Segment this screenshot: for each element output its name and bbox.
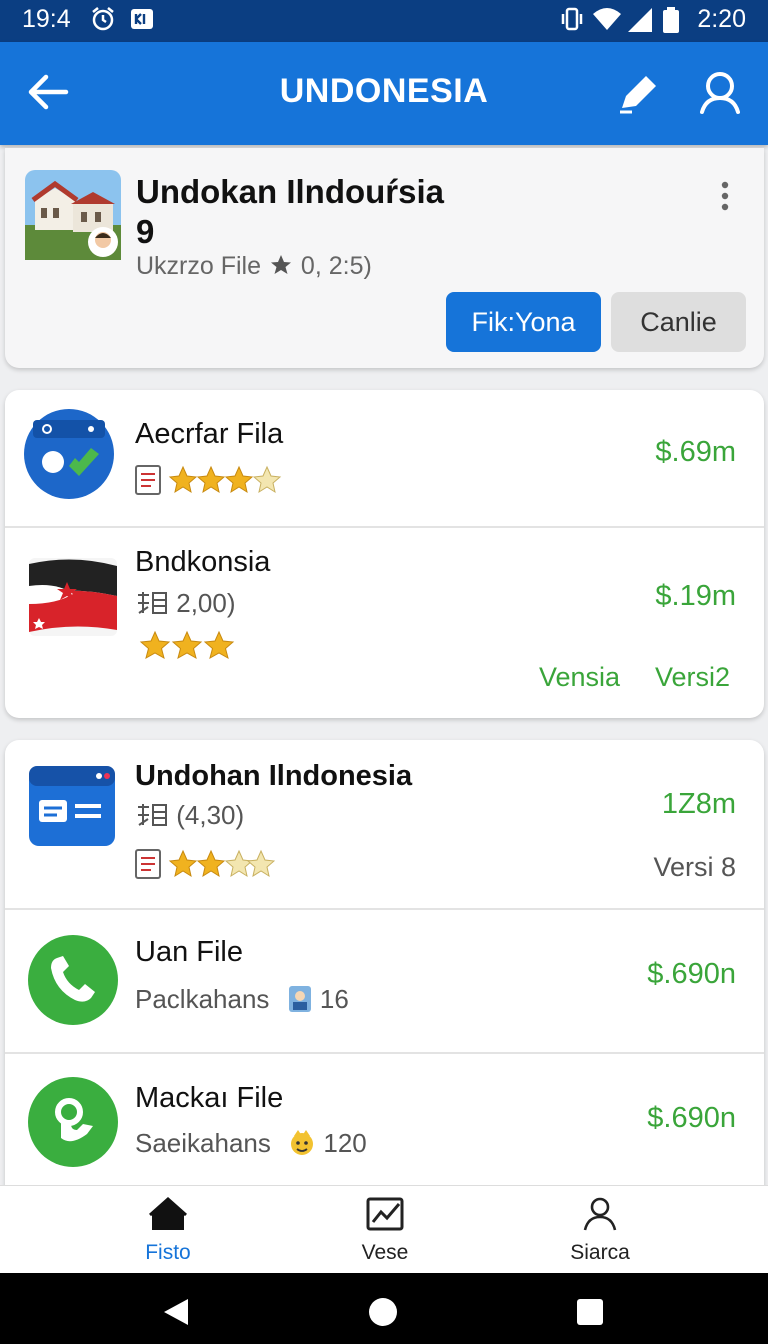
star-outline-icon (270, 255, 291, 274)
document-app-icon (29, 766, 115, 846)
header-rating-text: 0, 2:5) (300, 252, 372, 280)
item-meta-text: Saeikahans (135, 1128, 271, 1158)
item-count: 16 (319, 984, 349, 1014)
primary-action-button[interactable]: Fik:Yona (446, 292, 601, 352)
signal-icon (628, 8, 652, 32)
version-link-2[interactable]: Versi2 (655, 662, 730, 693)
item-meta: 2,00) (135, 588, 236, 619)
list-item[interactable]: Aecrfar Fila $.69m (5, 390, 764, 526)
list-item[interactable]: Uan File Paclkahans 16 $.690n (5, 910, 764, 1052)
status-bar: 19:4 2:20 (0, 0, 768, 42)
item-rating (135, 846, 276, 885)
vibrate-icon (561, 7, 583, 31)
map-pin-app-icon (28, 1077, 118, 1167)
cjk-glyph-icon (138, 804, 167, 826)
building-thumbnail (25, 170, 121, 260)
header-subtitle: Ukzrzo File 0, 2:5) (136, 252, 372, 281)
nav-home[interactable]: Fisto (108, 1196, 228, 1265)
system-home-icon[interactable] (368, 1297, 398, 1327)
header-title-line2: 9 (136, 213, 155, 250)
item-meta-text: (4,30) (176, 800, 245, 830)
nav-home-label: Fisto (145, 1241, 191, 1264)
version-link-1[interactable]: Vensia (539, 662, 620, 693)
list-item[interactable]: Undohan Ilndonesia (4,30) 1Z8m Versi 8 (5, 740, 764, 908)
cjk-glyph-icon (138, 592, 167, 614)
header-title: Undokan Ilndouŕsia (136, 173, 445, 210)
system-back-icon[interactable] (162, 1297, 190, 1327)
wifi-icon (593, 8, 621, 30)
edit-pencil-icon[interactable] (612, 66, 664, 118)
header-subtitle-text: Ukzrzo File (136, 252, 262, 280)
item-price: $.690n (647, 958, 736, 990)
nav-chart[interactable]: Vese (325, 1196, 445, 1265)
app-icon-blue-check (24, 409, 114, 499)
emoji-face-icon (291, 1130, 314, 1155)
person-badge-icon (288, 986, 311, 1012)
item-name: Uan File (135, 936, 243, 968)
list-group-1: Aecrfar Fila $.69m Bndkonsia 2,00) $.19m… (5, 390, 764, 718)
bottom-navigation: Fisto Vese Siarca (0, 1185, 768, 1273)
rating-stars (135, 849, 276, 879)
cancel-button[interactable]: Canlie (611, 292, 746, 352)
system-navigation-bar (0, 1273, 768, 1344)
more-options-icon[interactable] (717, 180, 733, 214)
list-group-2: Undohan Ilndonesia (4,30) 1Z8m Versi 8 U… (5, 740, 764, 1200)
status-time-left: 19:4 (22, 5, 71, 33)
nav-profile[interactable]: Siarca (540, 1196, 660, 1265)
item-meta-text: 2,00) (176, 588, 236, 618)
notification-icon (131, 9, 153, 29)
person-icon (583, 1197, 617, 1231)
item-meta: Paclkahans 16 (135, 984, 349, 1015)
header-card: Undokan Ilndouŕsia 9 Ukzrzo File 0, 2:5)… (5, 148, 764, 368)
system-recents-icon[interactable] (576, 1298, 604, 1326)
item-name: Aecrfar Fila (135, 418, 284, 450)
battery-icon (663, 7, 679, 33)
item-price: $.690n (647, 1102, 736, 1134)
app-bar: UNDONESIA (0, 42, 768, 145)
item-rating (135, 462, 285, 501)
status-time-right: 2:20 (697, 5, 746, 33)
profile-search-icon[interactable] (694, 66, 746, 118)
list-item[interactable]: Mackaı File Saeikahans 120 $.690n (5, 1054, 764, 1200)
chart-icon (366, 1197, 404, 1231)
nav-profile-label: Siarca (570, 1241, 630, 1264)
item-meta-text: Paclkahans (135, 984, 270, 1014)
item-meta: Saeikahans 120 (135, 1128, 367, 1159)
item-price: 1Z8m (661, 788, 736, 820)
item-price: $.19m (655, 580, 736, 612)
item-name: Mackaı File (135, 1082, 284, 1114)
rating-stars (135, 465, 282, 495)
item-version: Versi 8 (653, 852, 736, 882)
item-meta: (4,30) (135, 800, 244, 831)
item-rating (139, 630, 239, 667)
item-price: $.69m (655, 436, 736, 468)
phone-icon (28, 935, 118, 1025)
item-count: 120 (323, 1128, 367, 1158)
home-icon (149, 1196, 187, 1230)
item-name: Undohan Ilndonesia (135, 760, 413, 792)
alarm-icon (92, 7, 114, 31)
list-item[interactable]: Bndkonsia 2,00) $.19m Vensia Versi2 (5, 528, 764, 718)
flag-icon (29, 558, 117, 636)
rating-stars (139, 630, 235, 660)
item-name: Bndkonsia (135, 546, 271, 578)
nav-chart-label: Vese (361, 1241, 409, 1264)
